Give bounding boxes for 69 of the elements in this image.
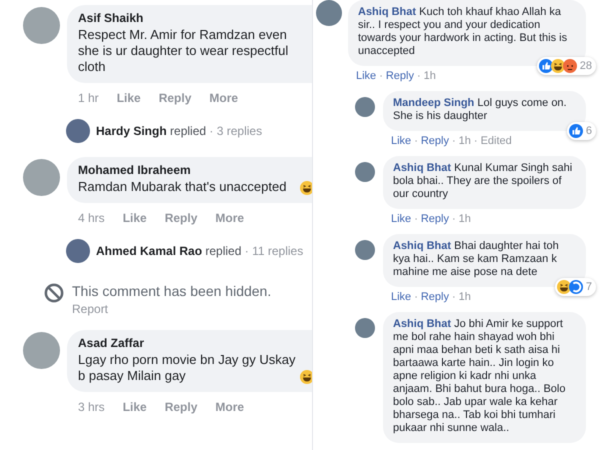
action-link[interactable]: Reply	[164, 211, 198, 225]
reaction-summary[interactable]: 6	[566, 122, 596, 140]
separator-dot: ·	[474, 135, 478, 147]
separator-dot: ·	[414, 135, 418, 147]
avatar-placeholder	[66, 239, 90, 263]
comment-text: Ramdan Mubarak that's unaccepted	[78, 179, 288, 195]
action-link[interactable]: Reply	[158, 91, 192, 105]
comment-text: Lgay rho porn movie bn Jay gy Uskay b pasay Milain gay	[78, 352, 296, 384]
reaction-summary[interactable]: 28	[536, 57, 596, 75]
comment-text: Mandeep Singh Lol guys come on. She is his daughter	[393, 97, 568, 123]
thumbs-up-icon	[568, 124, 583, 138]
comment-meta: 1h	[458, 135, 471, 147]
comment-text: Ashiq Bhat Jo bhi Amir ke support me bol rahe hain shayad woh bhi apni maa behan beti k sath aisa hi bartaawa karte hain.. Jin login ko apne religion ki kadr nhi unka anjaam. Bhi bahut bura hoga.. Bolo bolo sab.. Jab upar wale ka kehar bharsega na.. Tab koi bhi tumhari pukaar nhi sunne wala..	[393, 318, 566, 435]
replies-link[interactable]: Hardy Singh replied · 3 replies	[96, 124, 262, 138]
separator-dot: ·	[452, 291, 456, 303]
action-link[interactable]: More	[215, 400, 244, 414]
comment-text: Respect Mr. Amir for Ramdzan even she is ur daughter to wear respectful cloth	[78, 27, 290, 75]
avatar-placeholder	[316, 0, 342, 26]
comment-text: Ashiq Bhat Bhai daughter hai toh kya hai.. Kam se kam Ramzaan k mahine me aise pose na dete	[393, 240, 560, 279]
action-link[interactable]: Reply	[420, 135, 449, 147]
action-link[interactable]: More	[209, 91, 238, 105]
comment-meta: 1h	[424, 70, 436, 82]
comment-meta: Edited	[480, 135, 512, 147]
action-link[interactable]: Like	[116, 91, 141, 105]
action-link[interactable]: Like	[391, 291, 412, 303]
action-link[interactable]: Like	[122, 400, 147, 414]
replies-link[interactable]: Ahmed Kamal Rao replied · 11 replies	[96, 244, 304, 258]
separator-dot: ·	[414, 291, 418, 303]
comment-time: 4 hrs	[78, 211, 105, 225]
comment-time: 3 hrs	[78, 400, 105, 414]
comment-time: 1 hr	[78, 91, 99, 105]
separator-dot: ·	[416, 70, 421, 82]
blocked-icon	[44, 283, 64, 303]
avatar-placeholder	[355, 318, 375, 338]
avatar-placeholder	[23, 332, 60, 369]
avatar-placeholder	[66, 119, 90, 143]
action-link[interactable]: Reply	[164, 400, 198, 414]
hidden-comment-notice: This comment has been hidden.	[72, 283, 272, 299]
separator-dot: ·	[379, 70, 383, 82]
reaction-summary[interactable]: 7	[554, 278, 596, 296]
action-link[interactable]: Reply	[420, 291, 449, 303]
report-link[interactable]: Report	[72, 302, 272, 316]
reaction-icon	[568, 280, 583, 294]
avatar-placeholder	[23, 159, 60, 196]
action-link[interactable]: Reply	[420, 213, 449, 225]
comment-meta: 1h	[458, 213, 471, 225]
separator-dot: ·	[452, 213, 456, 225]
action-link[interactable]: Like	[122, 211, 147, 225]
laughing-face-icon	[550, 59, 565, 73]
separator-dot: ·	[452, 135, 456, 147]
commenter-name[interactable]: Mohamed Ibraheem	[78, 163, 304, 177]
action-link[interactable]: Like	[391, 213, 412, 225]
action-link[interactable]: Reply	[386, 70, 414, 82]
avatar-placeholder	[355, 162, 375, 182]
action-link[interactable]: Like	[391, 135, 412, 147]
commenter-name[interactable]: Asif Shaikh	[78, 11, 304, 25]
angry-face-icon	[562, 59, 577, 73]
comment-meta: 1h	[458, 291, 471, 303]
comment-text: Ashiq Bhat Kuch toh khauf khao Allah ka sir.. I respect you and your dedication towards your hardwork in acting. But this is unaccepted	[358, 6, 568, 58]
laughing-face-icon	[556, 280, 571, 294]
action-link[interactable]: Like	[356, 70, 376, 82]
thumbs-up-icon	[538, 59, 553, 73]
comment-text: Ashiq Bhat Kunal Kumar Singh sahi bola bhai.. They are the spoilers of our country	[393, 162, 574, 201]
avatar-placeholder	[355, 97, 375, 117]
avatar-placeholder	[23, 7, 60, 44]
commenter-name[interactable]: Asad Zaffar	[78, 336, 304, 350]
avatar-placeholder	[355, 240, 375, 260]
separator-dot: ·	[414, 213, 418, 225]
action-link[interactable]: More	[215, 211, 244, 225]
